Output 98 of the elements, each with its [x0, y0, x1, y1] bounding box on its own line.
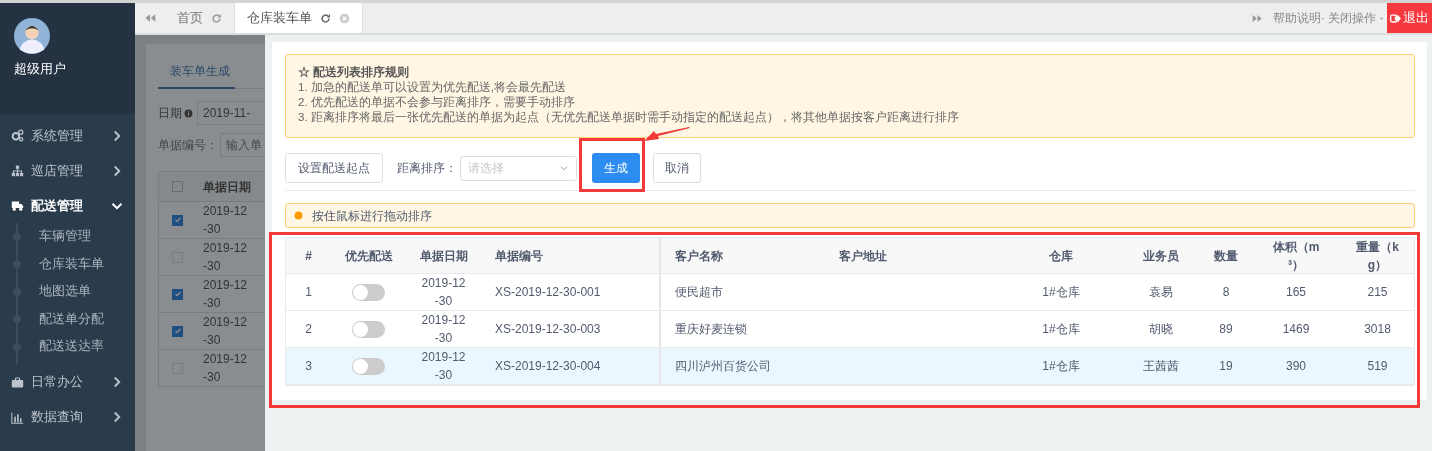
- warning-dot-icon: [294, 211, 303, 220]
- field-label: 距离排序：: [397, 160, 457, 177]
- table-cell-text: 2019-12-30: [420, 349, 467, 384]
- sign-out-icon: [1390, 12, 1401, 24]
- cancel-button[interactable]: 取消: [653, 153, 701, 183]
- table-row[interactable]: 2 2019-12-30 XS-2019-12-30-003 重庆好麦连锁 1#仓库 胡晓 89 1469 3018: [286, 311, 1414, 348]
- user-name: 超级用户: [14, 60, 66, 78]
- table-cell-text: 8: [1222, 284, 1230, 301]
- field-label: 日期: [158, 105, 182, 122]
- submenu-item[interactable]: 仓库装车单: [39, 254, 104, 274]
- column-header: 单据编号: [495, 247, 543, 265]
- table-cell-text: 重庆好麦连锁: [675, 321, 747, 338]
- table-cell-text: 2019-12-30: [420, 275, 467, 310]
- help-menu[interactable]: 帮助说明· 关闭操作: [1272, 3, 1387, 33]
- table-row[interactable]: 1 2019-12-30 XS-2019-12-30-001 便民超市 1#仓库 袁易 8 165 215: [286, 274, 1414, 311]
- table-cell-text: XS-2019-12-30-003: [495, 321, 601, 338]
- menu-item[interactable]: 日常办公: [0, 364, 135, 400]
- checkbox[interactable]: [172, 214, 183, 226]
- table-cell-text: 2019-12-30: [203, 203, 249, 238]
- menu-item[interactable]: 系统管理: [0, 118, 135, 153]
- checkbox[interactable]: [172, 288, 183, 300]
- table-cell-text: XS-2019-12-30-004: [495, 358, 601, 375]
- logout-button[interactable]: 退出: [1387, 3, 1432, 33]
- table-cell-text: 3018: [1364, 321, 1391, 338]
- truck-icon: [11, 199, 24, 212]
- column-header: 单据日期: [203, 178, 251, 196]
- refresh-icon: [211, 12, 222, 24]
- tab[interactable]: 仓库装车单: [234, 3, 363, 33]
- table-cell-text: 19: [1219, 358, 1233, 375]
- refresh-icon: [320, 12, 331, 24]
- annotation-arrow: [644, 127, 690, 141]
- column-header: 业务员: [1143, 247, 1179, 265]
- briefcase-icon: [11, 375, 24, 389]
- table-cell-text: 袁易: [1149, 284, 1173, 301]
- annotation-frame: [579, 138, 645, 192]
- table-cell-text: 1469: [1282, 321, 1310, 338]
- column-header: 优先配送: [344, 247, 393, 265]
- check-icon: [173, 327, 182, 335]
- notice-text: 3. 距离排序将最后一张优先配送的单据为起点（无优先配送单据时需手动指定的配送起点），将其他单据按客户距离进行排序: [298, 110, 960, 125]
- field-label: 单据编号：: [158, 137, 218, 154]
- menu-item[interactable]: 巡店管理: [0, 153, 135, 188]
- toggle-switch[interactable]: [352, 320, 385, 338]
- avatar-icon: [14, 18, 50, 54]
- column-header: 数量: [1214, 247, 1238, 265]
- table-cell-text: 2019-12-30: [203, 351, 249, 386]
- table-row[interactable]: 3 2019-12-30 XS-2019-12-30-004 四川泸州百货公司 1#仓库 王茜茜 19 390 519: [286, 348, 1414, 385]
- bar-chart-icon: [11, 410, 24, 424]
- table-cell-text: 2019-12-30: [420, 312, 467, 347]
- table-cell-text: 2019-12-30: [203, 314, 249, 349]
- info-icon: [184, 108, 193, 118]
- generate-button[interactable]: 生成: [592, 153, 640, 183]
- gears-icon: [11, 129, 24, 142]
- table-cell-text: 519: [1367, 358, 1388, 375]
- checkbox[interactable]: [172, 325, 183, 337]
- notice-text: 1. 加急的配送单可以设置为优先配送,将会最先配送: [298, 80, 567, 95]
- table-cell-text: 1#仓库: [1042, 284, 1080, 301]
- submenu-item[interactable]: 地图选单: [39, 282, 91, 302]
- hint-text: 按住鼠标进行拖动排序: [312, 207, 432, 225]
- column-header: 客户地址: [839, 247, 887, 265]
- check-icon: [173, 216, 182, 224]
- table-cell-text: 3: [305, 358, 312, 375]
- table-cell-text: 2: [305, 321, 312, 338]
- chevron-down-icon: [559, 163, 569, 173]
- submenu-item[interactable]: 车辆管理: [39, 227, 91, 247]
- check-icon: [173, 290, 182, 298]
- table-cell-text: XS-2019-12-30-001: [495, 284, 601, 301]
- table-cell-text: 1#仓库: [1042, 358, 1080, 375]
- column-header: #: [305, 247, 312, 265]
- notice-text: 2. 优先配送的单据不会参与距离排序，需要手动排序: [298, 95, 576, 110]
- table-cell-text: 1: [305, 284, 312, 301]
- checkbox[interactable]: [172, 181, 183, 192]
- submenu-item[interactable]: 配送送达率: [39, 337, 104, 357]
- table-cell-text: 便民超市: [675, 284, 723, 301]
- table-cell-text: 2019-12-30: [203, 277, 249, 312]
- notice-title: ☆ 配送列表排序规则: [298, 65, 411, 80]
- column-header: 单据日期: [419, 247, 468, 265]
- column-header: 客户名称: [675, 247, 723, 265]
- menu-item[interactable]: 配送管理: [0, 188, 135, 223]
- table-cell-text: 1#仓库: [1042, 321, 1080, 338]
- table-cell-text: 2019-12-30: [203, 240, 249, 275]
- menu-item[interactable]: 数据查询: [0, 399, 135, 435]
- table-cell-text: 四川泸州百货公司: [675, 358, 771, 375]
- table-cell-text: 王茜茜: [1143, 358, 1179, 375]
- column-header: 重量（kg）: [1355, 238, 1400, 274]
- table-cell-text: 胡晓: [1149, 321, 1173, 338]
- tab[interactable]: 首页: [165, 3, 234, 33]
- sitemap-icon: [11, 164, 24, 177]
- table-cell-text: 215: [1367, 284, 1388, 301]
- set-start-button[interactable]: 设置配送起点: [285, 153, 383, 183]
- column-header: 体积（m³）: [1272, 238, 1320, 274]
- table-cell-text: 165: [1286, 284, 1306, 301]
- double-left-arrow-icon: [144, 12, 156, 24]
- submenu-item[interactable]: 配送单分配: [39, 309, 104, 329]
- toggle-switch[interactable]: [352, 283, 385, 301]
- column-header: 仓库: [1049, 247, 1073, 265]
- table-cell-text: 89: [1219, 321, 1233, 338]
- table-cell-text: 390: [1286, 358, 1306, 375]
- toggle-switch[interactable]: [352, 357, 385, 375]
